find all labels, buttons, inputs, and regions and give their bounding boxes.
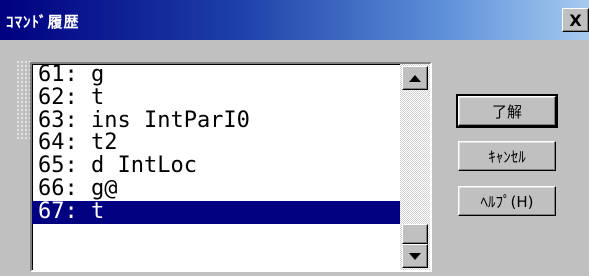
ok-button-label: 了解 [491, 102, 522, 121]
list-item[interactable]: 66: g@ [32, 177, 400, 201]
list-item[interactable]: 65: d IntLoc [32, 154, 400, 178]
help-button-label: ﾍﾙﾌﾟ(H) [480, 192, 534, 211]
list-item[interactable]: 67: t [32, 200, 400, 224]
command-history-dialog: ｺﾏﾝﾄﾞ履歴 X 61: g 62: t 63: ins IntParI0 6… [0, 0, 589, 276]
list-item[interactable]: 62: t [32, 86, 400, 110]
list-item[interactable]: 63: ins IntParI0 [32, 109, 400, 133]
arrow-up-icon [409, 74, 421, 82]
arrow-down-icon [409, 252, 421, 260]
help-button[interactable]: ﾍﾙﾌﾟ(H) [458, 186, 556, 216]
cancel-button-label: ｷｬﾝｾﾙ [488, 147, 526, 166]
scroll-down-button[interactable] [402, 244, 428, 268]
history-list[interactable]: 61: g 62: t 63: ins IntParI0 64: t2 65: … [32, 64, 400, 270]
close-icon: X [569, 10, 582, 30]
list-item[interactable]: 61: g [32, 64, 400, 87]
ok-button[interactable]: 了解 [456, 94, 558, 128]
scroll-up-button[interactable] [402, 66, 428, 90]
list-item[interactable]: 64: t2 [32, 132, 400, 155]
scroll-thumb[interactable] [402, 224, 428, 244]
cancel-button[interactable]: ｷｬﾝｾﾙ [458, 141, 556, 171]
vertical-scrollbar[interactable] [400, 64, 430, 270]
close-button[interactable]: X [562, 8, 589, 32]
window-title: ｺﾏﾝﾄﾞ履歴 [6, 13, 80, 31]
history-listbox[interactable]: 61: g 62: t 63: ins IntParI0 64: t2 65: … [30, 62, 432, 272]
title-bar[interactable]: ｺﾏﾝﾄﾞ履歴 X [0, 0, 589, 40]
